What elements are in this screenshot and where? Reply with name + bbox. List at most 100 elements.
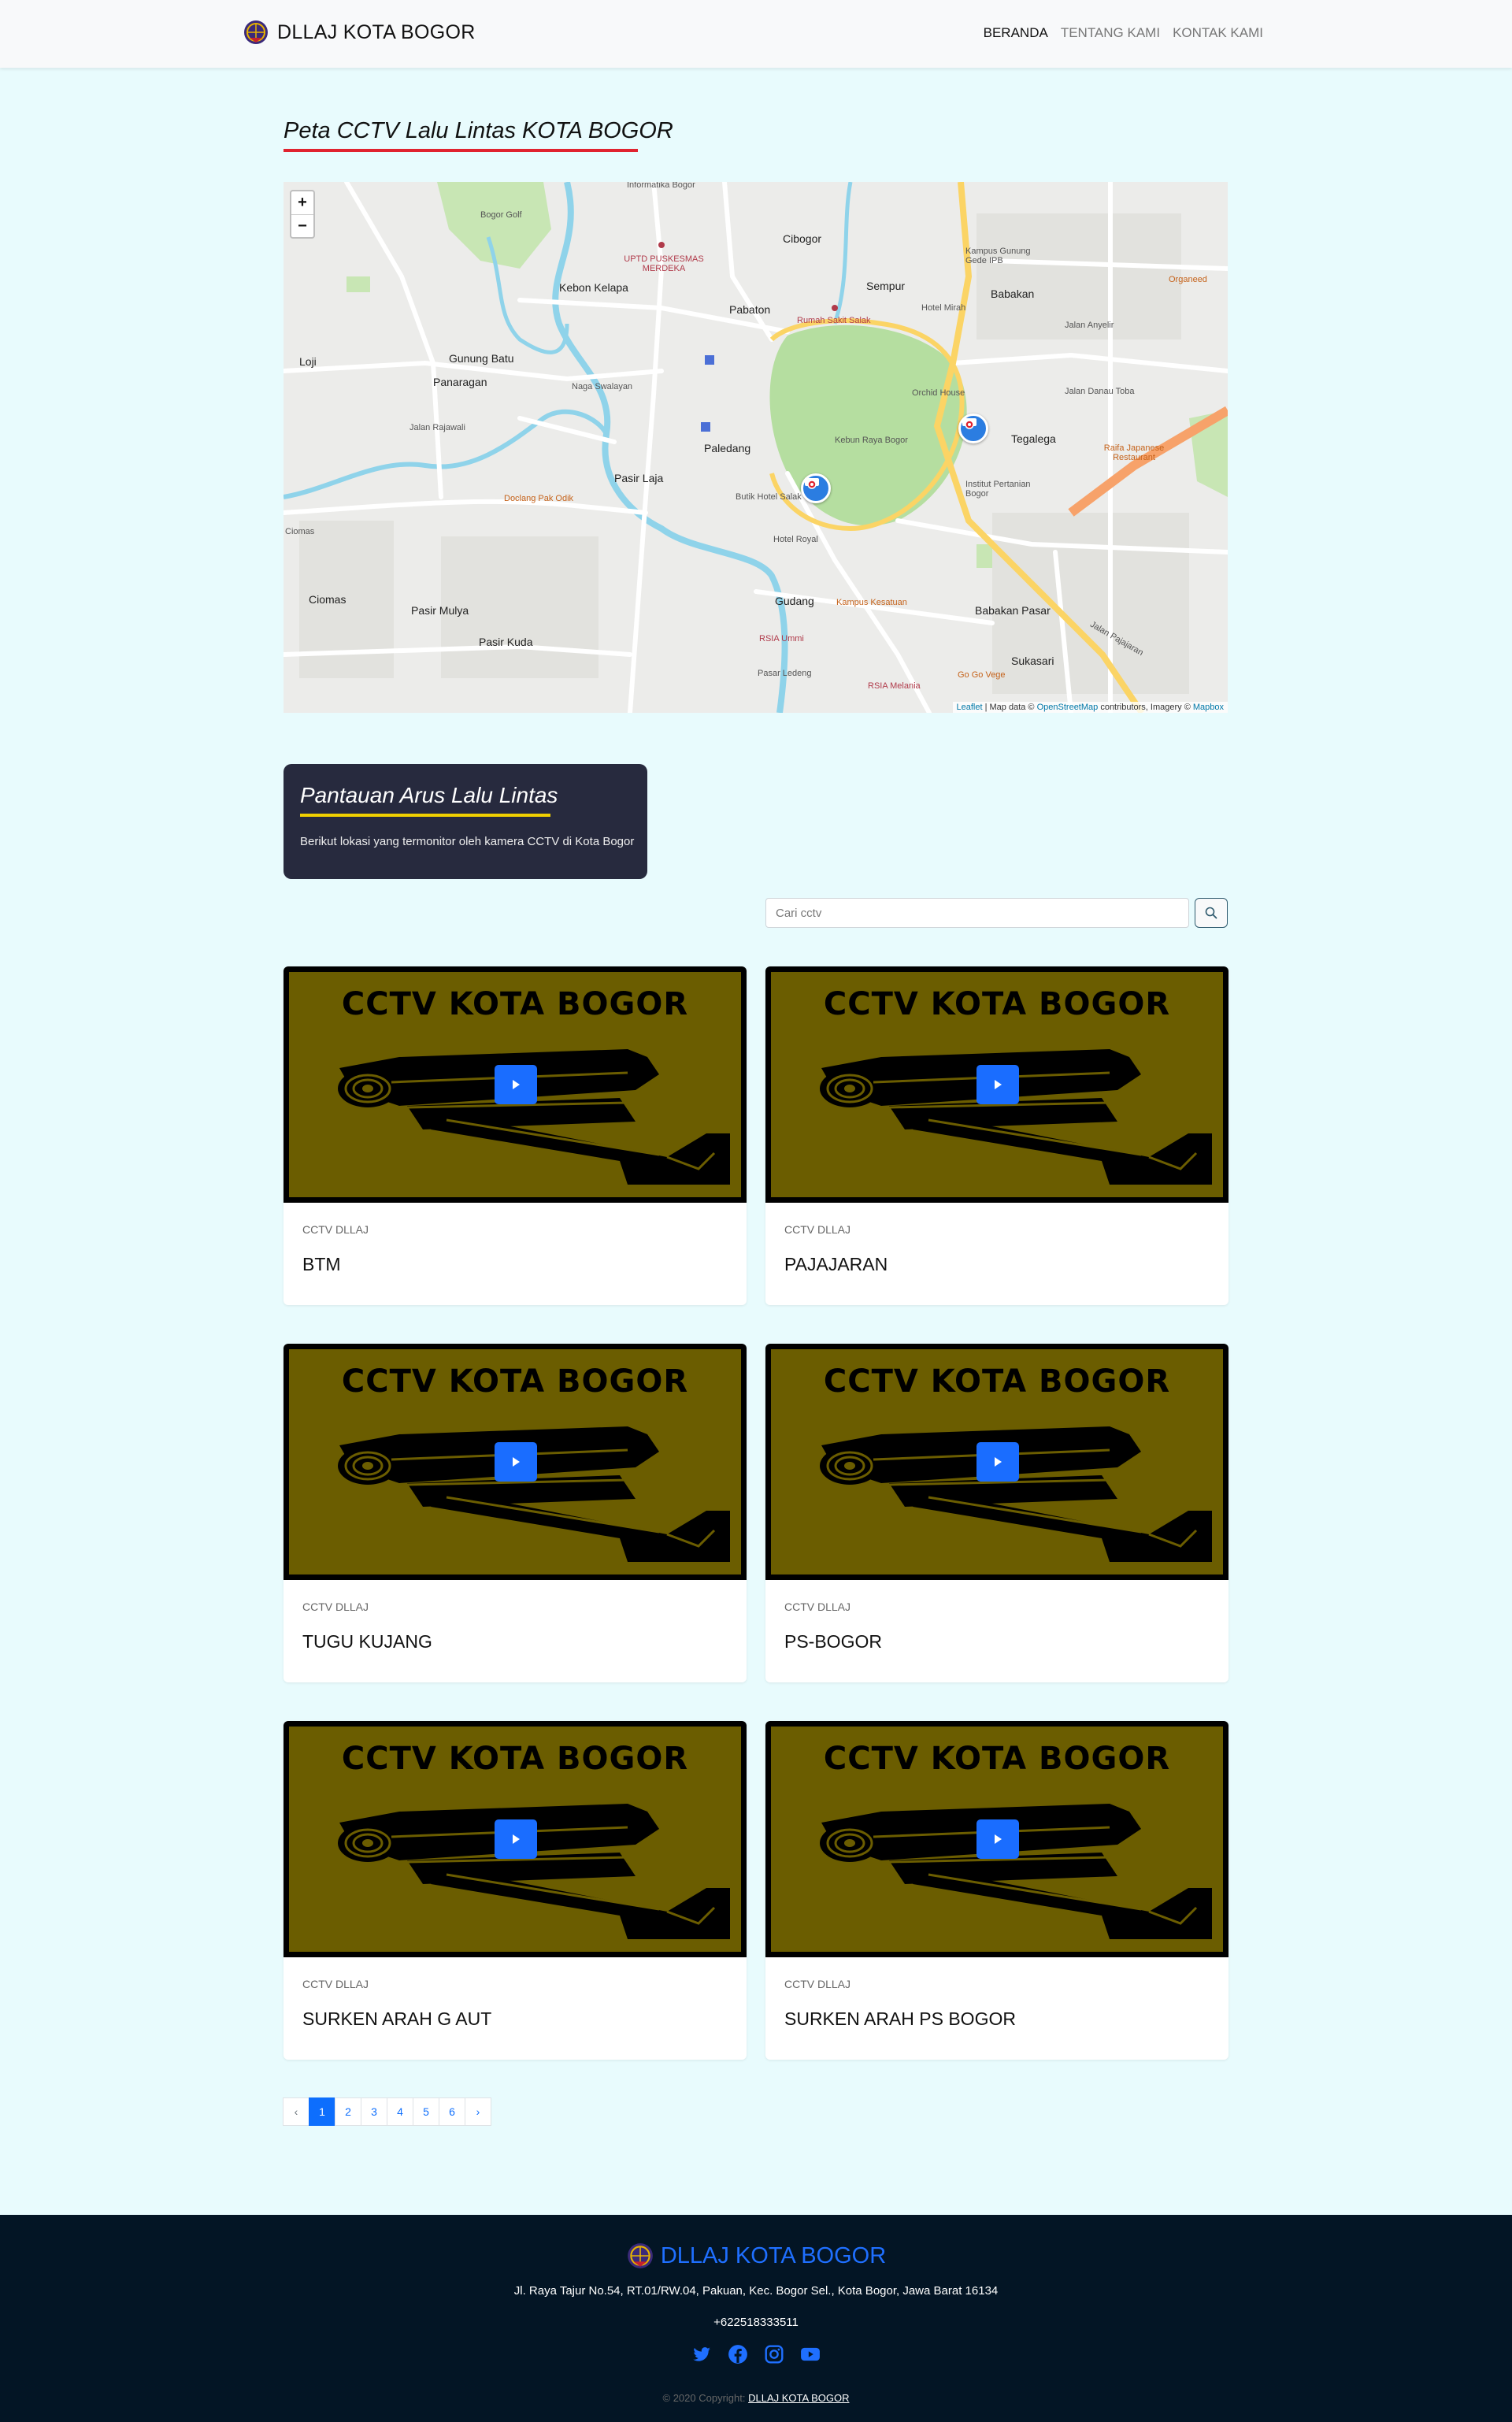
play-icon [513, 1080, 520, 1089]
map-label: Pabaton [729, 303, 771, 316]
cctv-video-thumbnail[interactable]: CCTV KOTA BOGOR [765, 966, 1228, 1203]
map-label: Ciomas [285, 527, 315, 536]
thumbnail-title: CCTV KOTA BOGOR [341, 1363, 689, 1400]
pagination: ‹ 1 2 3 4 5 6 › [283, 2097, 491, 2126]
brand-link[interactable]: DLLAJ KOTA BOGOR [243, 19, 476, 46]
map-label: Butik Hotel Salak [736, 492, 802, 502]
map-label: Jalan Danau Toba [1065, 387, 1135, 396]
play-button[interactable] [976, 1065, 1019, 1104]
nav-menu: BERANDA TENTANG KAMI KONTAK KAMI [984, 25, 1263, 41]
map-label: UPTD PUSKESMAS MERDEKA [624, 254, 704, 273]
pagination-page[interactable]: 5 [413, 2097, 439, 2126]
card-title[interactable]: TUGU KUJANG [302, 1631, 432, 1652]
cctv-map-marker[interactable] [958, 414, 988, 443]
map-label: Hotel Royal [773, 535, 818, 544]
attribution-text: | Map data © [982, 703, 1037, 712]
map-section-title: Peta CCTV Lalu Lintas KOTA BOGOR [284, 118, 673, 143]
map-label: Bogor Golf [480, 210, 522, 220]
cctv-video-thumbnail[interactable]: CCTV KOTA BOGOR [765, 1721, 1228, 1957]
cctv-map-marker[interactable] [801, 473, 831, 503]
card-category: CCTV DLLAJ [302, 1600, 369, 1613]
map-label: Gunung Batu [449, 352, 514, 365]
cctv-card[interactable]: CCTV KOTA BOGOR CCTV DLLAJ SURKEN ARAH P… [765, 1721, 1228, 2060]
pagination-prev[interactable]: ‹ [283, 2097, 309, 2126]
footer-copyright: © 2020 Copyright: DLLAJ KOTA BOGOR [0, 2392, 1512, 2404]
twitter-icon[interactable] [691, 2344, 712, 2365]
leaflet-link[interactable]: Leaflet [957, 703, 983, 712]
card-category: CCTV DLLAJ [784, 1600, 851, 1613]
play-button[interactable] [976, 1819, 1019, 1859]
card-category: CCTV DLLAJ [784, 1978, 851, 1990]
mapbox-link[interactable]: Mapbox [1193, 703, 1224, 712]
pagination-next[interactable]: › [465, 2097, 491, 2126]
cctv-video-thumbnail[interactable]: CCTV KOTA BOGOR [284, 1344, 747, 1580]
cctv-video-thumbnail[interactable]: CCTV KOTA BOGOR [765, 1344, 1228, 1580]
card-title[interactable]: PAJAJARAN [784, 1254, 888, 1275]
footer-address: Jl. Raya Tajur No.54, RT.01/RW.04, Pakua… [513, 2284, 999, 2298]
play-button[interactable] [495, 1065, 537, 1104]
nav-beranda[interactable]: BERANDA [984, 25, 1048, 41]
cctv-card[interactable]: CCTV KOTA BOGOR CCTV DLLAJ PS-BOGOR [765, 1344, 1228, 1682]
map-label: Gudang [775, 595, 814, 607]
card-category: CCTV DLLAJ [784, 1223, 851, 1236]
instagram-icon[interactable] [764, 2344, 784, 2365]
map-label: Panaragan [433, 376, 487, 388]
footer-phone: +622518333511 [713, 2316, 799, 2329]
cctv-card[interactable]: CCTV KOTA BOGOR CCTV DLLAJ PAJAJARAN [765, 966, 1228, 1305]
pagination-page[interactable]: 2 [335, 2097, 361, 2126]
pagination-page[interactable]: 4 [387, 2097, 413, 2126]
nav-tentang-kami[interactable]: TENTANG KAMI [1061, 25, 1160, 41]
brand-text: DLLAJ KOTA BOGOR [277, 20, 476, 43]
play-icon [995, 1834, 1002, 1844]
search-button[interactable] [1195, 898, 1228, 928]
cctv-video-thumbnail[interactable]: CCTV KOTA BOGOR [284, 1721, 747, 1957]
thumbnail-title: CCTV KOTA BOGOR [823, 1741, 1171, 1777]
youtube-icon[interactable] [800, 2344, 821, 2365]
play-button[interactable] [976, 1442, 1019, 1482]
cctv-video-thumbnail[interactable]: CCTV KOTA BOGOR [284, 966, 747, 1203]
search-input[interactable] [765, 898, 1189, 928]
footer-brand: DLLAJ KOTA BOGOR [0, 2242, 1512, 2270]
play-button[interactable] [495, 1442, 537, 1482]
card-title[interactable]: SURKEN ARAH G AUT [302, 2008, 491, 2030]
thumbnail-title: CCTV KOTA BOGOR [823, 986, 1171, 1022]
zoom-control: + − [290, 190, 315, 239]
pagination-page[interactable]: 1 [309, 2097, 335, 2126]
info-card: Pantauan Arus Lalu Lintas Berikut lokasi… [284, 764, 647, 879]
osm-link[interactable]: OpenStreetMap [1037, 703, 1099, 712]
card-title[interactable]: PS-BOGOR [784, 1631, 882, 1652]
card-category: CCTV DLLAJ [302, 1223, 369, 1236]
map-label: Tegalega [1011, 432, 1056, 445]
navbar: DLLAJ KOTA BOGOR BERANDA TENTANG KAMI KO… [0, 0, 1512, 68]
dllaj-logo-icon [244, 20, 268, 44]
cctv-card[interactable]: CCTV KOTA BOGOR CCTV DLLAJ SURKEN ARAH G… [284, 1721, 747, 2060]
cctv-card[interactable]: CCTV KOTA BOGOR CCTV DLLAJ TUGU KUJANG [284, 1344, 747, 1682]
map-label: Jalan Anyelir [1065, 321, 1114, 330]
card-title[interactable]: BTM [302, 1254, 341, 1275]
info-card-title: Pantauan Arus Lalu Lintas [300, 783, 558, 807]
zoom-in-button[interactable]: + [291, 191, 313, 214]
facebook-icon[interactable] [728, 2344, 748, 2365]
map-label: Pasir Kuda [479, 636, 533, 648]
pagination-page[interactable]: 3 [361, 2097, 387, 2126]
map-label: Sempur [866, 280, 906, 292]
cctv-map[interactable]: + − Cibogor Kebon Kelapa Sempur Babakan … [284, 182, 1228, 713]
map-label: Informatika Bogor [627, 182, 695, 190]
nav-kontak-kami[interactable]: KONTAK KAMI [1173, 25, 1263, 41]
thumbnail-title: CCTV KOTA BOGOR [341, 1741, 689, 1777]
map-label: Naga Swalayan [572, 382, 633, 391]
card-title[interactable]: SURKEN ARAH PS BOGOR [784, 2008, 1016, 2030]
pagination-page[interactable]: 6 [439, 2097, 465, 2126]
cctv-card[interactable]: CCTV KOTA BOGOR CCTV DLLAJ BTM [284, 966, 747, 1305]
play-icon [995, 1457, 1002, 1467]
map-label: Loji [299, 355, 317, 368]
copyright-link[interactable]: DLLAJ KOTA BOGOR [748, 2392, 849, 2404]
copyright-text: © 2020 Copyright: [662, 2392, 749, 2404]
social-links [0, 2344, 1512, 2365]
play-button[interactable] [495, 1819, 537, 1859]
camera-icon [962, 418, 976, 429]
map-label: RSIA Ummi [759, 634, 804, 644]
footer: DLLAJ KOTA BOGOR Jl. Raya Tajur No.54, R… [0, 2215, 1512, 2422]
play-icon [513, 1834, 520, 1844]
zoom-out-button[interactable]: − [291, 214, 313, 237]
